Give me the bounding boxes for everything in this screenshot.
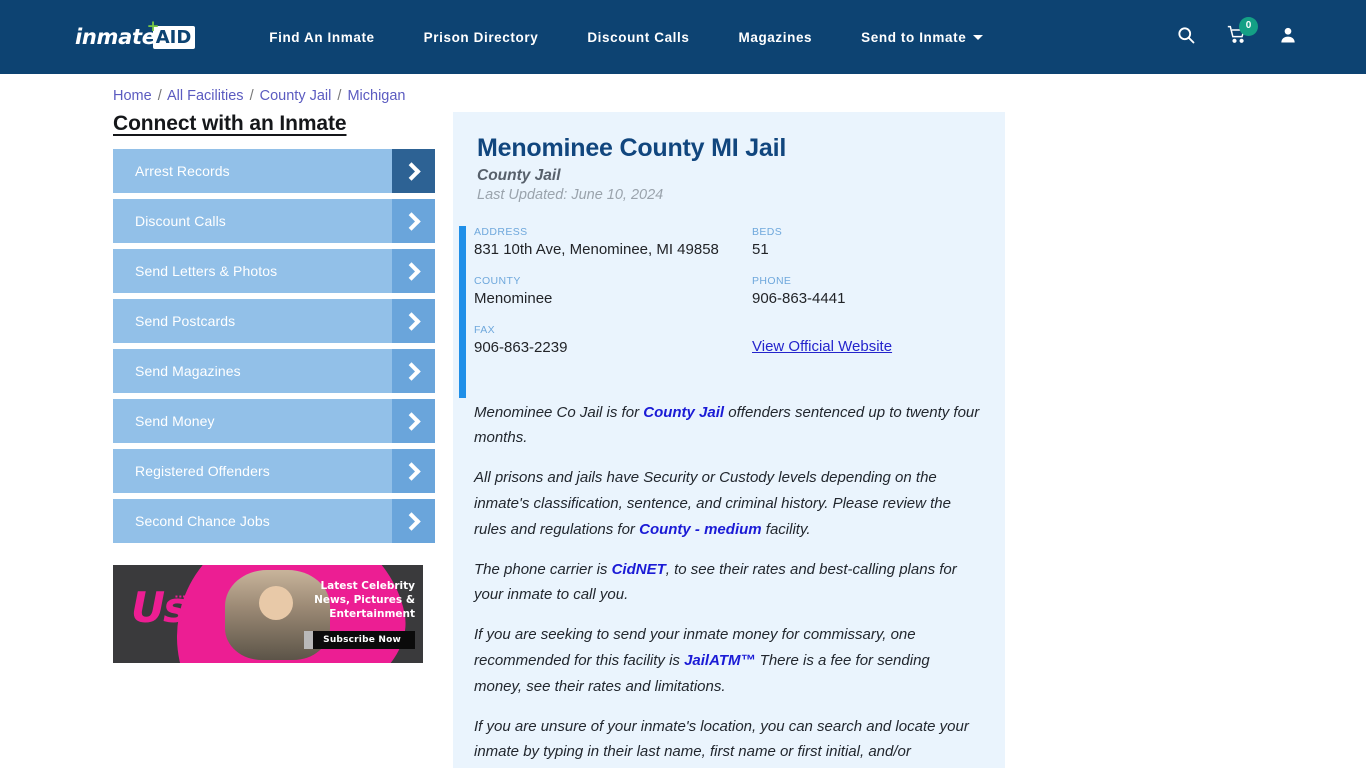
field-website-label [752, 324, 981, 336]
breadcrumb-item-county-jail[interactable]: County Jail [260, 88, 332, 104]
breadcrumb-item-michigan[interactable]: Michigan [347, 88, 405, 104]
logo-wordmark: inmate [75, 25, 156, 49]
chevron-right-icon [392, 149, 435, 193]
field-beds-value: 51 [752, 241, 769, 258]
facility-description: Menominee Co Jail is for County Jail off… [453, 374, 1005, 766]
field-fax-label: FAX [474, 324, 496, 337]
sidebar-item-label: Send Money [135, 413, 215, 429]
field-county: COUNTY Menominee [474, 275, 752, 308]
sidebar-item-discount-calls[interactable]: Discount Calls [113, 199, 435, 243]
description-paragraph: If you are seeking to send your inmate m… [474, 622, 981, 699]
description-text: facility. [761, 520, 811, 538]
description-paragraph: The phone carrier is CidNET, to see thei… [474, 557, 981, 609]
chevron-right-icon [392, 449, 435, 493]
breadcrumb-separator: / [157, 88, 162, 104]
breadcrumb-item-home[interactable]: Home [113, 88, 152, 104]
description-highlight-link[interactable]: JailATM™ [684, 652, 755, 669]
sidebar-item-label: Send Magazines [135, 363, 241, 379]
field-fax-value: 906-863-2239 [474, 339, 568, 357]
plus-icon: + [146, 16, 160, 35]
cart-icon[interactable]: 0 [1226, 16, 1258, 50]
chevron-right-icon [392, 399, 435, 443]
facility-last-updated: Last Updated: June 10, 2024 [477, 187, 664, 203]
sidebar-item-label: Discount Calls [135, 213, 226, 229]
sidebar-item-arrest-records[interactable]: Arrest Records [113, 149, 435, 193]
field-beds: BEDS 51 [752, 226, 981, 259]
sidebar-item-label: Send Letters & Photos [135, 263, 278, 279]
sidebar-item-registered-offenders[interactable]: Registered Offenders [113, 449, 435, 493]
field-address-label: ADDRESS [474, 226, 528, 238]
chevron-down-icon [973, 34, 984, 40]
description-text: If you are unsure of your inmate's locat… [474, 717, 969, 761]
chevron-right-icon [392, 349, 435, 393]
sidebar-title: Connect with an Inmate [113, 112, 347, 135]
field-phone-label: PHONE [752, 275, 792, 288]
logo-badge: + AID [147, 18, 196, 49]
field-county-label: COUNTY [474, 275, 521, 288]
header-actions: 0 [1176, 16, 1298, 50]
description-text: The phone carrier is [474, 560, 612, 578]
sidebar-item-send-postcards[interactable]: Send Postcards [113, 299, 435, 343]
field-phone: PHONE 906-863-4441 [752, 275, 981, 308]
description-paragraph: Menominee Co Jail is for County Jail off… [474, 400, 981, 452]
sidebar-item-send-magazines[interactable]: Send Magazines [113, 349, 435, 393]
description-paragraph: If you are unsure of your inmate's locat… [474, 714, 981, 766]
sidebar-item-label: Send Postcards [135, 313, 236, 329]
sidebar-item-second-chance-jobs[interactable]: Second Chance Jobs [113, 499, 435, 543]
cart-count-badge: 0 [1239, 16, 1258, 36]
sidebar-item-label: Second Chance Jobs [135, 513, 270, 529]
accent-bar [459, 226, 466, 398]
facility-info-block: ADDRESS 831 10th Ave, Menominee, MI 4985… [453, 226, 1005, 398]
facility-card: Menominee County MI Jail County Jail Las… [453, 112, 1005, 768]
breadcrumb-separator: / [337, 88, 342, 104]
description-highlight-link[interactable]: CidNET [612, 561, 666, 578]
field-address-value: 831 10th Ave, Menominee, MI 49858 [474, 241, 719, 258]
field-website: View Official Website [752, 324, 981, 357]
field-county-value: Menominee [474, 290, 553, 308]
field-fax: FAX 906-863-2239 [474, 324, 752, 357]
breadcrumb-separator: / [249, 88, 254, 104]
description-highlight-link[interactable]: County - medium [639, 521, 762, 538]
breadcrumb-item-all-facilities[interactable]: All Facilities [167, 88, 244, 104]
ad-headline: Latest Celebrity News, Pictures & Entert… [314, 580, 415, 621]
advertisement-banner[interactable]: Us ▪▪▪▪ Latest Celebrity News, Pictures … [113, 565, 423, 663]
field-beds-label: BEDS [752, 226, 783, 238]
ad-subscribe-button[interactable]: Subscribe Now [304, 631, 415, 649]
nav-item-send-to-inmate-label: Send to Inmate [861, 29, 967, 45]
sidebar: Connect with an Inmate Arrest Records Di… [113, 112, 435, 768]
logo-badge-text: AID [155, 26, 192, 48]
chevron-right-icon [392, 499, 435, 543]
view-official-website-link[interactable]: View Official Website [752, 338, 892, 355]
facility-type: County Jail [477, 167, 561, 184]
chevron-right-icon [392, 249, 435, 293]
search-icon[interactable] [1176, 25, 1196, 50]
sidebar-item-send-letters-photos[interactable]: Send Letters & Photos [113, 249, 435, 293]
breadcrumb: Home / All Facilities / County Jail / Mi… [0, 74, 1366, 104]
sidebar-item-send-money[interactable]: Send Money [113, 399, 435, 443]
chevron-right-icon [392, 199, 435, 243]
nav-item-send-to-inmate[interactable]: Send to Inmate [861, 29, 984, 45]
primary-nav: Find An Inmate Prison Directory Discount… [269, 29, 984, 45]
nav-item-prison-directory[interactable]: Prison Directory [424, 30, 539, 45]
nav-item-find-an-inmate[interactable]: Find An Inmate [269, 30, 374, 45]
description-highlight-link[interactable]: County Jail [643, 404, 724, 421]
description-text: Menominee Co Jail is for [474, 403, 644, 421]
chevron-right-icon [392, 299, 435, 343]
field-phone-value: 906-863-4441 [752, 290, 846, 308]
sidebar-item-label: Arrest Records [135, 163, 230, 179]
site-header: inmate + AID Find An Inmate Prison Direc… [0, 0, 1366, 74]
facility-header: Menominee County MI Jail County Jail Las… [453, 134, 1005, 203]
content-area: Connect with an Inmate Arrest Records Di… [0, 112, 1366, 768]
nav-item-magazines[interactable]: Magazines [738, 30, 812, 45]
field-address: ADDRESS 831 10th Ave, Menominee, MI 4985… [474, 226, 752, 259]
page-title: Menominee County MI Jail [477, 134, 787, 162]
page-body: Home / All Facilities / County Jail / Mi… [0, 74, 1366, 768]
user-icon[interactable] [1278, 25, 1298, 50]
site-logo[interactable]: inmate + AID [75, 18, 196, 51]
nav-item-discount-calls[interactable]: Discount Calls [587, 30, 689, 45]
sidebar-item-label: Registered Offenders [135, 463, 270, 479]
ad-brand-dots: ▪▪▪▪ [175, 592, 191, 601]
description-paragraph: All prisons and jails have Security or C… [474, 465, 981, 542]
